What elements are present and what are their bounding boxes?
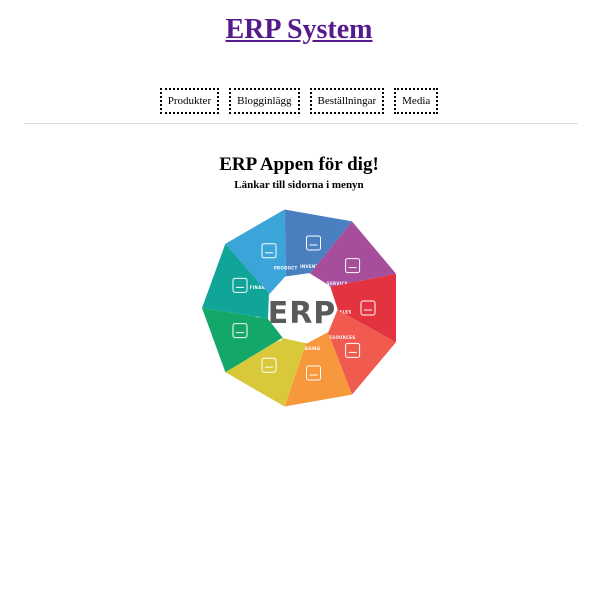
page: ERP System Produkter Blogginlägg Beställ…	[0, 0, 598, 600]
site-title: ERP System	[0, 14, 598, 46]
nav-item-media[interactable]: Media	[394, 88, 439, 114]
segment-label: PRODUCT	[274, 265, 298, 270]
erp-nonagon-svg: INVENTORYSERVICESALESHUMAN RESOURCESPURC…	[202, 209, 396, 407]
nav-item-produkter[interactable]: Produkter	[159, 88, 220, 114]
erp-center-logo: ERP	[268, 296, 337, 331]
nav-item-blogginlagg[interactable]: Blogginlägg	[229, 88, 300, 114]
page-heading: ERP Appen för dig!	[219, 154, 379, 175]
erp-modules-graphic: INVENTORYSERVICESALESHUMAN RESOURCESPURC…	[196, 206, 408, 414]
nav-item-bestallningar[interactable]: Beställningar	[309, 88, 385, 114]
header-divider	[24, 123, 578, 124]
main-nav: Produkter Blogginlägg Beställningar Medi…	[0, 88, 598, 114]
site-title-link[interactable]: ERP System	[226, 14, 373, 45]
page-subheading: Länkar till sidorna i menyn	[234, 179, 364, 191]
